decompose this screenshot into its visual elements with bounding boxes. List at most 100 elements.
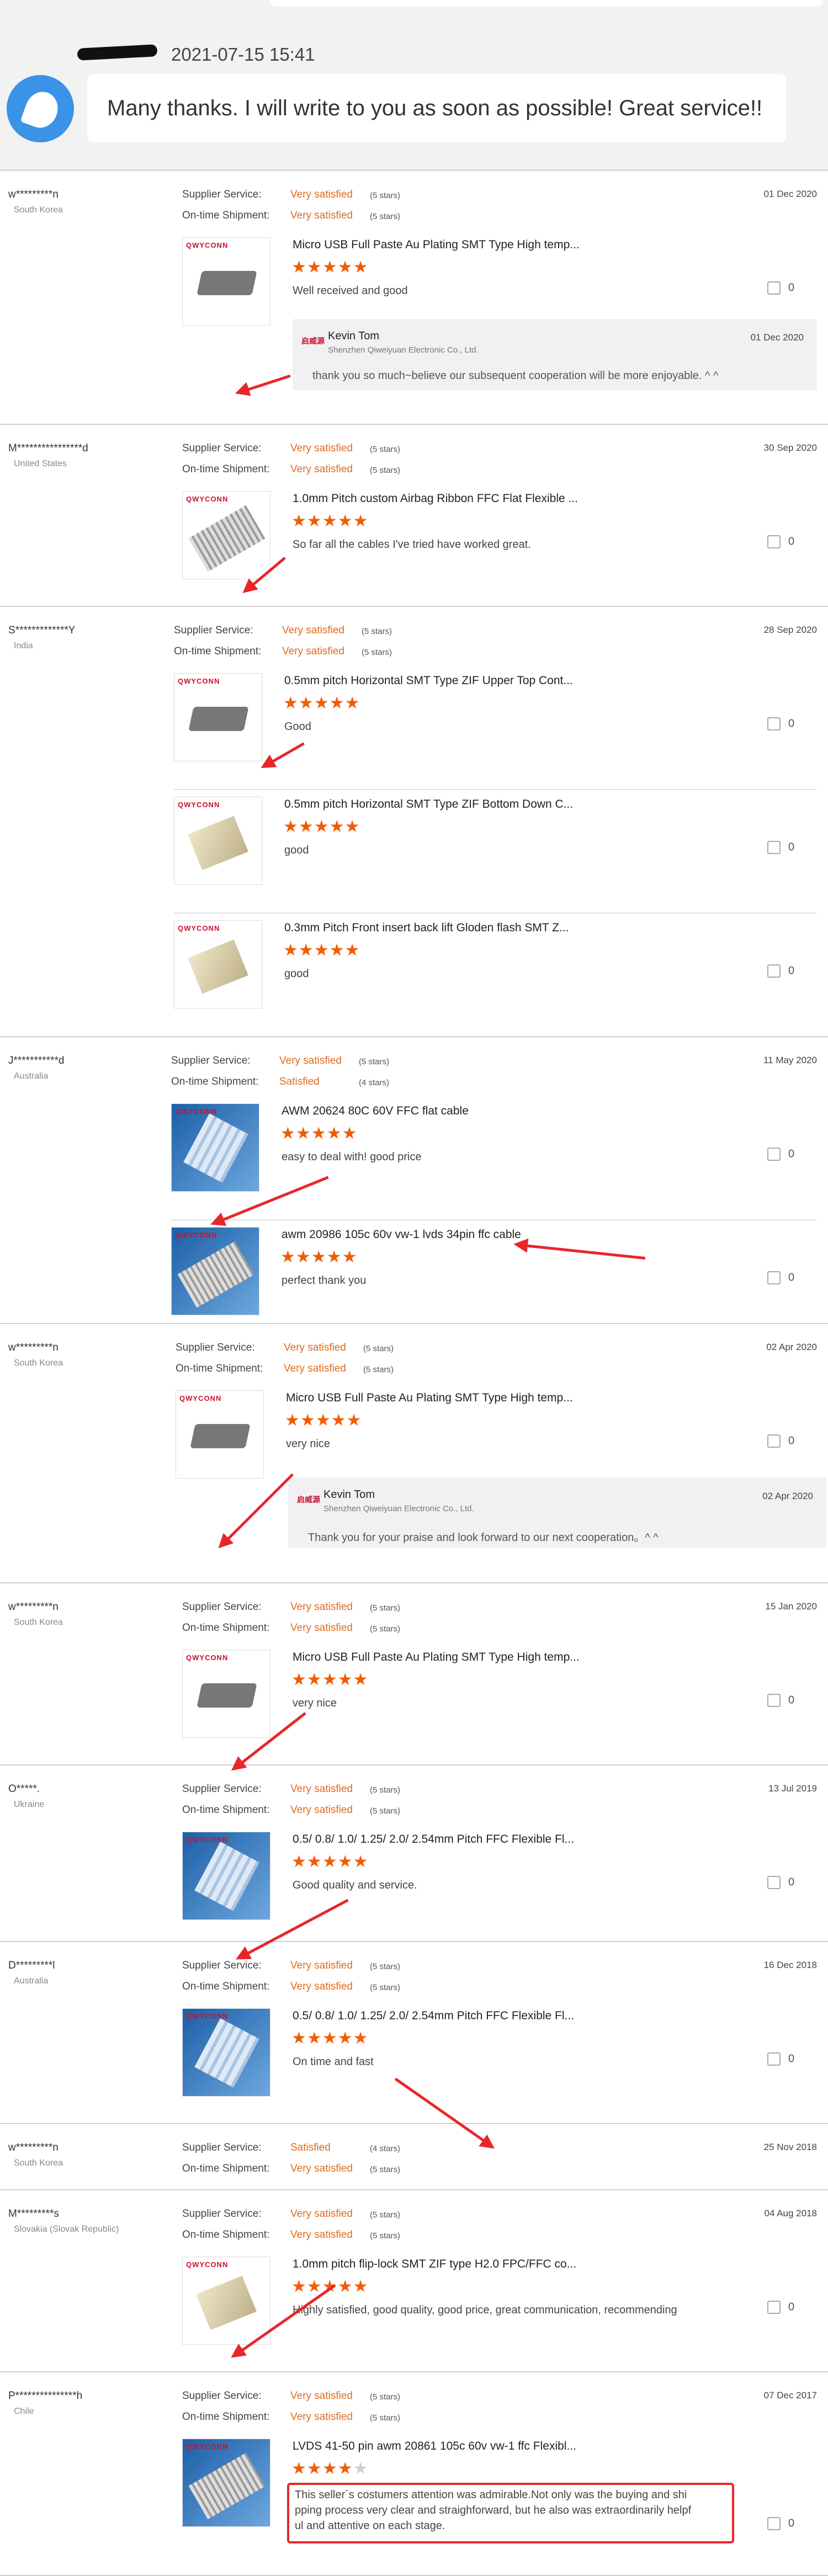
reply-date: 02 Apr 2020 xyxy=(762,1491,813,1501)
chat-timestamp: 2021-07-15 15:41 xyxy=(171,44,315,65)
product-thumbnail[interactable]: QWYCONN xyxy=(182,491,270,579)
review-date: 11 May 2020 xyxy=(763,1055,817,1065)
product-title[interactable]: 0.5mm pitch Horizontal SMT Type ZIF Bott… xyxy=(284,798,573,811)
reviewer-name: J***********d xyxy=(8,1055,65,1066)
product-title[interactable]: 0.5mm pitch Horizontal SMT Type ZIF Uppe… xyxy=(284,674,573,687)
thumbs-up-icon xyxy=(767,2517,781,2530)
rating-stars: ★★★★★ xyxy=(285,1412,362,1429)
shipment-stars: (5 stars) xyxy=(370,1624,401,1634)
product-thumbnail[interactable]: QWYCONN xyxy=(182,1650,270,1738)
supplier-service-value: Very satisfied xyxy=(290,442,353,454)
product-thumbnail[interactable]: QWYCONN xyxy=(182,1832,270,1920)
supplier-service-value: Satisfied xyxy=(290,2142,331,2153)
supplier-service-label: Supplier Service: xyxy=(182,2208,262,2220)
shipment-value: Very satisfied xyxy=(290,2229,353,2241)
reviewer-country: South Korea xyxy=(14,1618,63,1627)
reviewer-name: M****************d xyxy=(8,442,88,454)
product-title[interactable]: awm 20986 105c 60v vw-1 lvds 34pin ffc c… xyxy=(282,1228,521,1241)
product-title[interactable]: 1.0mm pitch flip-lock SMT ZIF type H2.0 … xyxy=(293,2258,576,2271)
like-button[interactable]: 0 xyxy=(767,281,811,295)
like-button[interactable]: 0 xyxy=(767,717,811,730)
reviewer-name: w*********n xyxy=(8,2142,59,2153)
star-icon: ★ xyxy=(291,2029,307,2047)
previous-bubble xyxy=(270,0,822,7)
star-icon: ★ xyxy=(353,1671,369,1689)
like-button[interactable]: 0 xyxy=(767,2052,811,2066)
seller-reply: 启威源 Kevin Tom Shenzhen Qiweiyuan Electroni… xyxy=(288,1478,826,1548)
rating-stars: ★★★★★ xyxy=(283,942,360,959)
star-icon: ★ xyxy=(291,512,307,530)
supplier-service-label: Supplier Service: xyxy=(182,1960,262,1971)
product-thumbnail[interactable]: QWYCONN xyxy=(171,1227,259,1315)
like-button[interactable]: 0 xyxy=(767,841,811,854)
review-date: 30 Sep 2020 xyxy=(763,442,817,453)
brand-logo: QWYCONN xyxy=(178,924,220,932)
shipment-value: Very satisfied xyxy=(290,1622,353,1634)
reviewer-name: w*********n xyxy=(8,1342,59,1353)
star-icon: ★ xyxy=(337,2278,353,2296)
shipment-label: On-time Shipment: xyxy=(182,210,270,221)
rating-stars: ★★★★★ xyxy=(283,819,360,835)
product-thumbnail[interactable]: QWYCONN xyxy=(182,2257,270,2345)
review-card: M****************d United States Supplier … xyxy=(0,425,828,607)
supplier-service-value: Very satisfied xyxy=(290,2390,353,2402)
star-icon: ★ xyxy=(314,941,330,959)
product-thumbnail[interactable]: QWYCONN xyxy=(182,237,270,326)
product-thumbnail[interactable]: QWYCONN xyxy=(176,1390,264,1479)
product-title[interactable]: 1.0mm Pitch custom Airbag Ribbon FFC Fla… xyxy=(293,492,578,505)
like-button[interactable]: 0 xyxy=(767,1434,811,1448)
avatar[interactable] xyxy=(7,75,74,142)
reviewer-country: Australia xyxy=(14,1071,49,1081)
brand-logo: QWYCONN xyxy=(179,1394,222,1402)
product-image xyxy=(188,815,248,871)
like-button[interactable]: 0 xyxy=(767,964,811,978)
star-icon: ★ xyxy=(322,2029,338,2047)
supplier-service-stars: (5 stars) xyxy=(370,445,401,454)
product-title[interactable]: Micro USB Full Paste Au Plating SMT Type… xyxy=(286,1391,573,1405)
item-divider xyxy=(174,789,817,790)
like-button[interactable]: 0 xyxy=(767,535,811,548)
product-title[interactable]: 0.5/ 0.8/ 1.0/ 1.25/ 2.0/ 2.54mm Pitch F… xyxy=(293,1833,574,1846)
review-date: 15 Jan 2020 xyxy=(765,1601,817,1612)
product-title[interactable]: Micro USB Full Paste Au Plating SMT Type… xyxy=(293,1651,580,1664)
like-button[interactable]: 0 xyxy=(767,2301,811,2314)
product-title[interactable]: LVDS 41-50 pin awm 20861 105c 60v vw-1 f… xyxy=(293,2440,576,2453)
supplier-service-label: Supplier Service: xyxy=(182,442,262,454)
star-icon: ★ xyxy=(326,1124,342,1143)
like-button[interactable]: 0 xyxy=(767,1876,811,1889)
supplier-service-label: Supplier Service: xyxy=(176,1342,255,1353)
like-button[interactable]: 0 xyxy=(767,2517,811,2530)
supplier-service-label: Supplier Service: xyxy=(182,1783,262,1795)
review-text: This seller´s costumers attention was ad… xyxy=(295,2489,692,2532)
reply-date: 01 Dec 2020 xyxy=(750,332,804,343)
product-thumbnail[interactable]: QWYCONN xyxy=(182,2439,270,2527)
star-icon: ★ xyxy=(291,2460,307,2478)
product-title[interactable]: Micro USB Full Paste Au Plating SMT Type… xyxy=(293,238,580,252)
like-button[interactable]: 0 xyxy=(767,1271,811,1284)
supplier-service-stars: (5 stars) xyxy=(370,2210,401,2220)
product-title[interactable]: 0.3mm Pitch Front insert back lift Glode… xyxy=(284,921,569,935)
like-button[interactable]: 0 xyxy=(767,1148,811,1161)
review-card: O*****. Ukraine Supplier Service: Very sati… xyxy=(0,1766,828,1942)
product-thumbnail[interactable]: QWYCONN xyxy=(182,2008,270,2097)
reviewer-country: India xyxy=(14,641,33,650)
product-thumbnail[interactable]: QWYCONN xyxy=(174,797,262,885)
product-title[interactable]: AWM 20624 80C 60V FFC flat cable xyxy=(282,1105,469,1118)
product-image xyxy=(194,2018,259,2088)
product-title[interactable]: 0.5/ 0.8/ 1.0/ 1.25/ 2.0/ 2.54mm Pitch F… xyxy=(293,2009,574,2023)
product-thumbnail[interactable]: QWYCONN xyxy=(174,673,262,761)
review-date: 01 Dec 2020 xyxy=(763,189,817,199)
like-count: 0 xyxy=(788,2301,795,2313)
star-icon: ★ xyxy=(295,1124,311,1143)
supplier-service-stars: (5 stars) xyxy=(370,1962,401,1971)
seller-company: Shenzhen Qiweiyuan Electronic Co., Ltd. xyxy=(323,1504,474,1513)
star-icon: ★ xyxy=(342,1248,358,1266)
shipment-label: On-time Shipment: xyxy=(176,1363,263,1374)
product-thumbnail[interactable]: QWYCONN xyxy=(171,1103,259,1192)
star-icon: ★ xyxy=(283,818,299,836)
rating-stars: ★★★★★ xyxy=(291,2461,369,2477)
supplier-service-label: Supplier Service: xyxy=(171,1055,251,1066)
star-icon: ★ xyxy=(346,1411,362,1430)
like-button[interactable]: 0 xyxy=(767,1694,811,1707)
product-thumbnail[interactable]: QWYCONN xyxy=(174,920,262,1009)
